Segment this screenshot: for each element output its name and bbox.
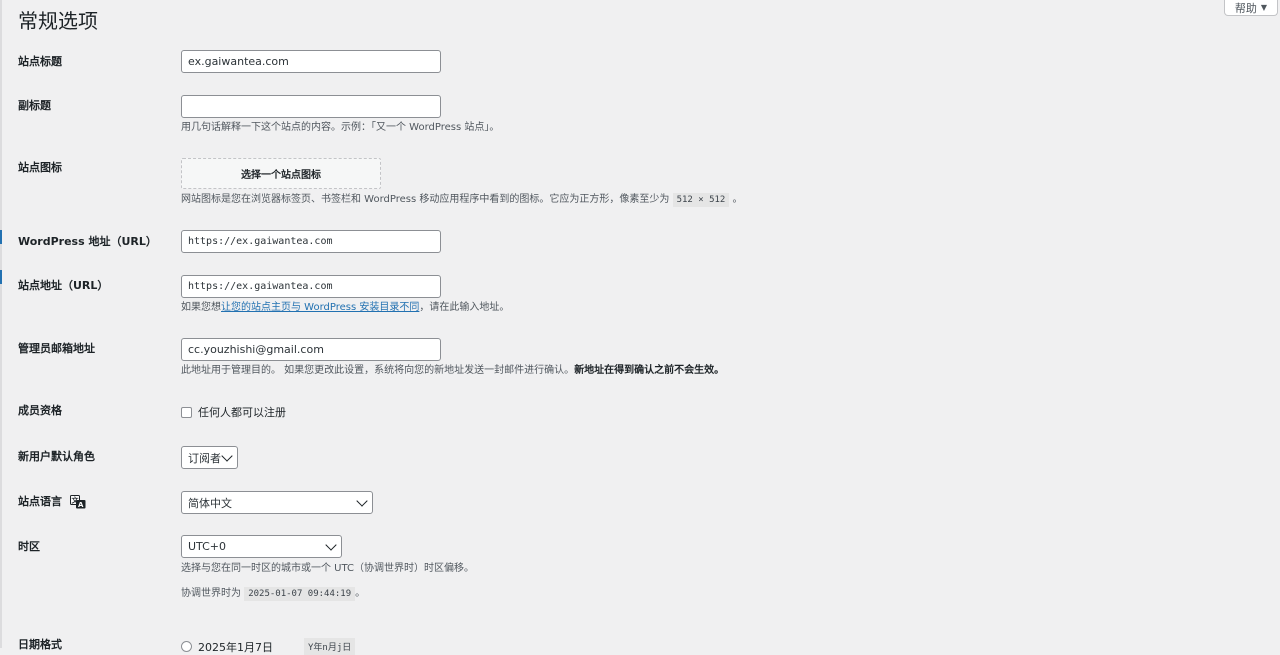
page-title: 常规选项 — [18, 9, 98, 33]
utc-time-code: 2025-01-07 09:44:19 — [244, 587, 356, 601]
timezone-label: 时区 — [18, 540, 40, 553]
icon-size-code: 512 × 512 — [672, 193, 730, 207]
svg-text:A: A — [78, 501, 84, 509]
admin-menu-edge — [0, 0, 2, 648]
date-format-option[interactable]: 2025年1月7日 Y年n月j日 — [181, 638, 356, 655]
site-language-label: 站点语言 文 A — [18, 494, 86, 510]
chevron-down-icon — [221, 449, 233, 462]
menu-edge-marker — [0, 270, 2, 284]
site-title-input[interactable] — [181, 50, 441, 73]
menu-edge-marker — [0, 230, 2, 244]
help-tab-button[interactable]: 帮助 ▼ — [1224, 0, 1278, 16]
tagline-description: 用几句话解释一下这个站点的内容。示例：「又一个 WordPress 站点」。 — [181, 122, 500, 133]
site-title-label: 站点标题 — [18, 55, 62, 68]
wp-address-input[interactable] — [181, 230, 441, 253]
admin-email-label: 管理员邮箱地址 — [18, 342, 95, 355]
site-language-label-text: 站点语言 — [18, 495, 62, 508]
date-format-option-label[interactable]: 2025年1月7日 — [198, 639, 298, 655]
timezone-value: UTC+0 — [188, 540, 227, 553]
different-address-link[interactable]: 让您的站点主页与 WordPress 安装目录不同 — [221, 302, 419, 313]
translation-icon: 文 A — [69, 495, 86, 509]
date-format-label: 日期格式 — [18, 638, 62, 651]
utc-time-readout: 协调世界时为 2025-01-07 09:44:19。 — [181, 587, 365, 601]
site-icon-desc-text: 网站图标是您在浏览器标签页、书签栏和 WordPress 移动应用程序中看到的图… — [181, 194, 670, 205]
wp-address-label: WordPress 地址（URL） — [18, 235, 157, 248]
admin-email-description: 此地址用于管理目的。 如果您更改此设置，系统将向您的新地址发送一封邮件进行确认。… — [181, 364, 724, 378]
choose-site-icon-button[interactable]: 选择一个站点图标 — [181, 158, 381, 189]
site-language-value: 简体中文 — [188, 496, 232, 510]
default-role-label: 新用户默认角色 — [18, 450, 95, 463]
default-role-value: 订阅者 — [188, 451, 221, 465]
tagline-input[interactable] — [181, 95, 441, 118]
site-address-label: 站点地址（URL） — [18, 279, 109, 292]
membership-option[interactable]: 任何人都可以注册 — [181, 404, 286, 420]
admin-email-input[interactable] — [181, 338, 441, 361]
date-format-code: Y年n月j日 — [304, 638, 356, 655]
default-role-select[interactable]: 订阅者 — [181, 446, 238, 469]
site-icon-description: 网站图标是您在浏览器标签页、书签栏和 WordPress 移动应用程序中看到的图… — [181, 193, 743, 207]
utc-time-prefix: 协调世界时为 — [181, 588, 241, 599]
admin-email-desc-bold: 新地址在得到确认之前不会生效。 — [574, 365, 725, 376]
site-language-select[interactable]: 简体中文 — [181, 491, 373, 514]
site-address-description: 如果您想让您的站点主页与 WordPress 安装目录不同，请在此输入地址。 — [181, 301, 509, 315]
chevron-down-icon — [325, 538, 337, 551]
admin-email-desc-text: 此地址用于管理目的。 如果您更改此设置，系统将向您的新地址发送一封邮件进行确认。 — [181, 365, 575, 376]
site-address-desc-end: ，请在此输入地址。 — [419, 302, 510, 313]
chevron-down-icon — [356, 494, 368, 507]
utc-time-suffix: 。 — [355, 588, 366, 599]
timezone-select[interactable]: UTC+0 — [181, 535, 342, 558]
site-icon-desc-end: 。 — [732, 194, 743, 205]
site-address-desc-text: 如果您想 — [181, 302, 221, 313]
date-format-radio[interactable] — [181, 641, 192, 652]
caret-down-icon: ▼ — [1260, 3, 1268, 12]
site-address-input[interactable] — [181, 275, 441, 298]
timezone-description: 选择与您在同一时区的城市或一个 UTC（协调世界时）时区偏移。 — [181, 563, 475, 574]
anyone-can-register-label[interactable]: 任何人都可以注册 — [198, 404, 286, 420]
anyone-can-register-checkbox[interactable] — [181, 406, 192, 418]
membership-label: 成员资格 — [18, 404, 62, 417]
tagline-label: 副标题 — [18, 99, 51, 112]
help-label: 帮助 — [1234, 1, 1257, 15]
site-icon-label: 站点图标 — [18, 161, 62, 174]
